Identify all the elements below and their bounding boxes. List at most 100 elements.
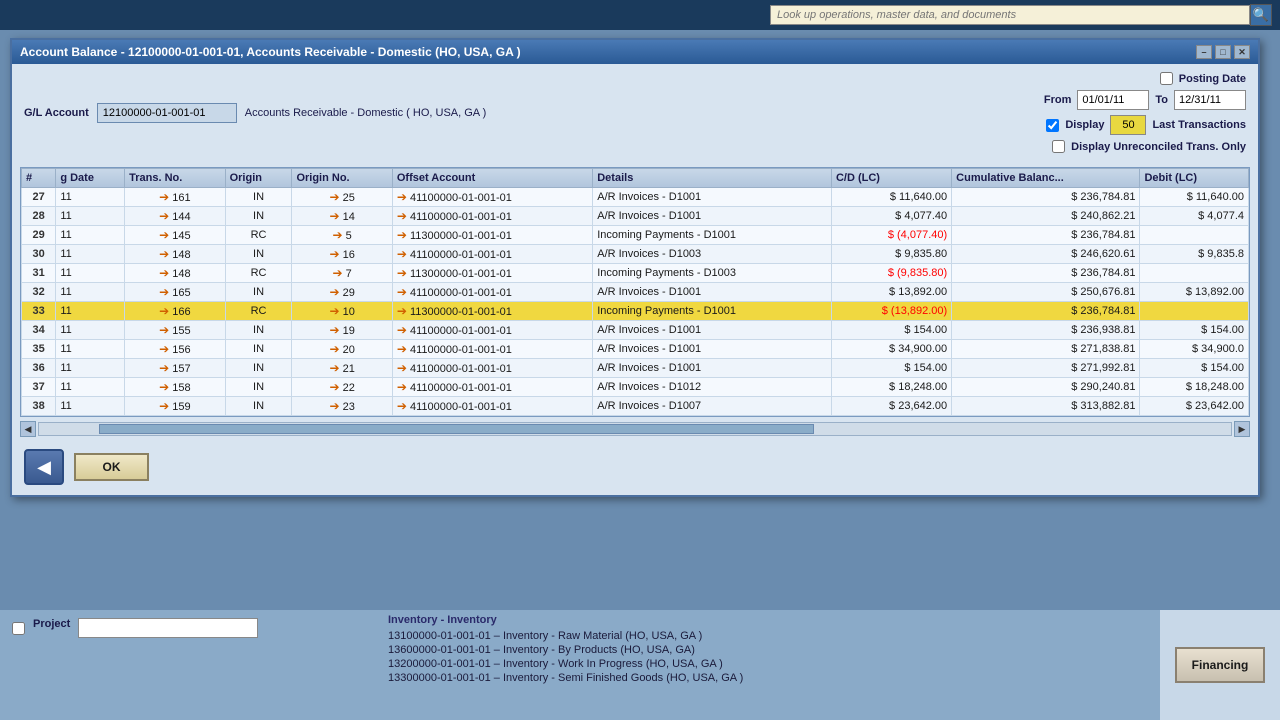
unreconciled-checkbox[interactable] [1052,140,1065,153]
table-row[interactable]: 30 11 ➔ 148 IN ➔ 16 ➔ 41100000-01-001-01… [22,245,1249,264]
project-checkbox[interactable] [12,622,25,635]
scroll-right-button[interactable]: ▶ [1234,421,1250,437]
cell-date: 11 [56,359,125,378]
cell-date: 11 [56,378,125,397]
cell-debit: $ 23,642.00 [1140,397,1249,416]
table-row[interactable]: 27 11 ➔ 161 IN ➔ 25 ➔ 41100000-01-001-01… [22,188,1249,207]
cell-details: A/R Invoices - D1007 [593,397,832,416]
cell-num: 30 [22,245,56,264]
cell-details: A/R Invoices - D1001 [593,188,832,207]
cell-offset: ➔ 41100000-01-001-01 [392,359,592,378]
cell-cd: $ 18,248.00 [831,378,951,397]
cell-offset: ➔ 41100000-01-001-01 [392,207,592,226]
cell-cd: $ 154.00 [831,321,951,340]
cell-offset: ➔ 41100000-01-001-01 [392,321,592,340]
cell-details: A/R Invoices - D1001 [593,359,832,378]
cell-debit [1140,302,1249,321]
col-date: g Date [56,169,125,188]
minimize-button[interactable]: – [1196,45,1212,59]
from-date-input[interactable] [1077,90,1149,110]
to-date-input[interactable] [1174,90,1246,110]
table-row[interactable]: 32 11 ➔ 165 IN ➔ 29 ➔ 41100000-01-001-01… [22,283,1249,302]
cell-details: A/R Invoices - D1001 [593,283,832,302]
scroll-left-button[interactable]: ◀ [20,421,36,437]
cell-num: 27 [22,188,56,207]
from-label: From [1044,94,1072,106]
restore-button[interactable]: □ [1215,45,1231,59]
cell-cum-balance: $ 271,992.81 [952,359,1140,378]
cell-details: Incoming Payments - D1003 [593,264,832,283]
cell-cum-balance: $ 236,938.81 [952,321,1140,340]
gl-account-input[interactable] [97,103,237,123]
scroll-thumb[interactable] [99,424,814,434]
cell-cd: $ 11,640.00 [831,188,951,207]
cell-date: 11 [56,188,125,207]
cell-trans: ➔ 148 [125,264,225,283]
gl-account-label: G/L Account [24,107,89,119]
dialog-title: Account Balance - 12100000-01-001-01, Ac… [20,45,521,59]
table-row[interactable]: 33 11 ➔ 166 RC ➔ 10 ➔ 11300000-01-001-01… [22,302,1249,321]
horizontal-scrollbar[interactable]: ◀ ▶ [20,421,1250,437]
table-row[interactable]: 29 11 ➔ 145 RC ➔ 5 ➔ 11300000-01-001-01 … [22,226,1249,245]
last-trans-input[interactable] [1110,115,1146,135]
display-checkbox[interactable] [1046,119,1059,132]
cell-origin: IN [225,397,292,416]
titlebar-buttons: – □ ✕ [1196,45,1250,59]
table-header-row: # g Date Trans. No. Origin Origin No. Of… [22,169,1249,188]
cell-origin-no: ➔ 7 [292,264,392,283]
col-cum-balance: Cumulative Balanc... [952,169,1140,188]
close-button[interactable]: ✕ [1234,45,1250,59]
cell-origin: IN [225,321,292,340]
cell-offset: ➔ 41100000-01-001-01 [392,340,592,359]
table-row[interactable]: 38 11 ➔ 159 IN ➔ 23 ➔ 41100000-01-001-01… [22,397,1249,416]
cell-origin-no: ➔ 20 [292,340,392,359]
posting-date-row: Posting Date [1160,72,1246,85]
cell-cum-balance: $ 236,784.81 [952,226,1140,245]
cell-debit: $ 18,248.00 [1140,378,1249,397]
cell-origin: RC [225,264,292,283]
search-button[interactable]: 🔍 [1250,4,1272,26]
table-row[interactable]: 28 11 ➔ 144 IN ➔ 14 ➔ 41100000-01-001-01… [22,207,1249,226]
cell-origin-no: ➔ 25 [292,188,392,207]
unreconciled-label: Display Unreconciled Trans. Only [1071,141,1246,153]
cell-debit: $ 13,892.00 [1140,283,1249,302]
cell-details: Incoming Payments - D1001 [593,302,832,321]
cell-cd: $ 34,900.00 [831,340,951,359]
cell-trans: ➔ 166 [125,302,225,321]
col-offset: Offset Account [392,169,592,188]
cell-debit: $ 34,900.0 [1140,340,1249,359]
inventory-item-2[interactable]: 13600000-01-001-01 – Inventory - By Prod… [388,643,1152,657]
cell-details: A/R Invoices - D1003 [593,245,832,264]
inventory-item-3[interactable]: 13200000-01-001-01 – Inventory - Work In… [388,657,1152,671]
back-button[interactable]: ◀ [24,449,64,485]
table-row[interactable]: 31 11 ➔ 148 RC ➔ 7 ➔ 11300000-01-001-01 … [22,264,1249,283]
cell-origin: IN [225,378,292,397]
cell-date: 11 [56,302,125,321]
cell-offset: ➔ 11300000-01-001-01 [392,302,592,321]
table-row[interactable]: 35 11 ➔ 156 IN ➔ 20 ➔ 41100000-01-001-01… [22,340,1249,359]
table-row[interactable]: 36 11 ➔ 157 IN ➔ 21 ➔ 41100000-01-001-01… [22,359,1249,378]
table-row[interactable]: 37 11 ➔ 158 IN ➔ 22 ➔ 41100000-01-001-01… [22,378,1249,397]
inventory-item-4[interactable]: 13300000-01-001-01 – Inventory - Semi Fi… [388,671,1152,685]
scroll-track[interactable] [38,422,1232,436]
cell-details: A/R Invoices - D1001 [593,340,832,359]
cell-num: 35 [22,340,56,359]
project-input[interactable] [78,618,258,638]
search-input[interactable] [770,5,1250,25]
posting-date-checkbox[interactable] [1160,72,1173,85]
cell-cum-balance: $ 271,838.81 [952,340,1140,359]
cell-num: 29 [22,226,56,245]
cell-origin-no: ➔ 5 [292,226,392,245]
table-row[interactable]: 34 11 ➔ 155 IN ➔ 19 ➔ 41100000-01-001-01… [22,321,1249,340]
posting-date-label: Posting Date [1179,73,1246,85]
cell-cum-balance: $ 240,862.21 [952,207,1140,226]
inventory-item-1[interactable]: 13100000-01-001-01 – Inventory - Raw Mat… [388,629,1152,643]
lower-center-panel: Inventory - Inventory 13100000-01-001-01… [380,610,1160,720]
col-origin: Origin [225,169,292,188]
cell-offset: ➔ 41100000-01-001-01 [392,283,592,302]
date-range-row: From To [1044,90,1246,110]
gl-account-row: G/L Account Accounts Receivable - Domest… [24,72,1246,153]
cell-details: A/R Invoices - D1001 [593,321,832,340]
financing-button[interactable]: Financing [1175,647,1265,683]
ok-button[interactable]: OK [74,453,149,481]
